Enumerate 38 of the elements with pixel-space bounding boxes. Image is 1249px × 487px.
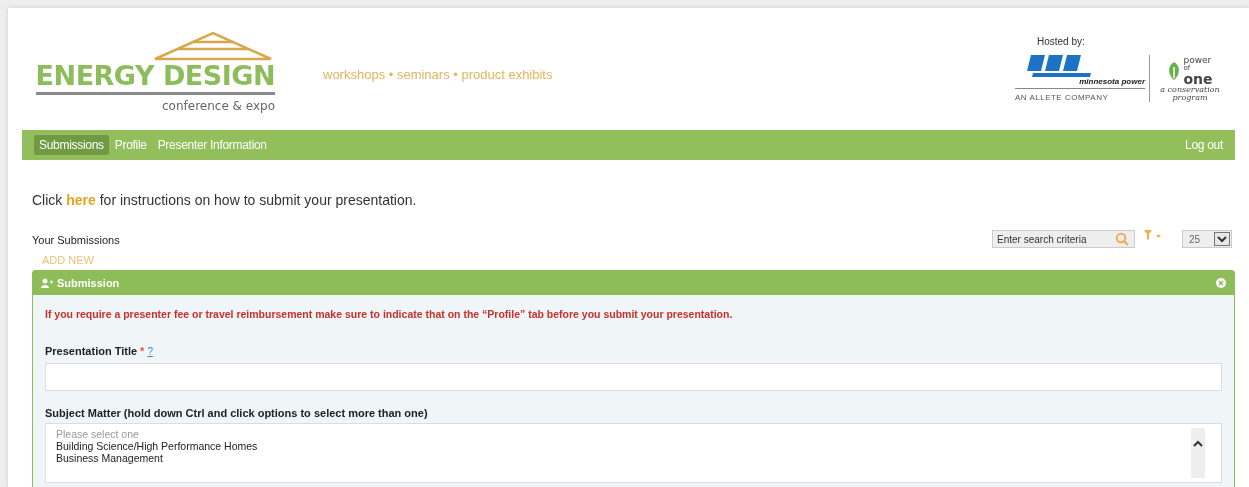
host-logo-name: minnesota power xyxy=(1015,77,1145,89)
instructions-text: Click here for instructions on how to submit your presentation. xyxy=(32,192,418,208)
close-icon[interactable] xyxy=(1216,278,1226,288)
list-option[interactable]: Business Management xyxy=(56,452,1191,464)
panel-title: Submission xyxy=(57,277,121,289)
notice-text: If you require a presenter fee or travel reimbursement make sure to indicate that on the “Profile” tab before you submit your presentation. xyxy=(45,308,734,320)
logout-link[interactable]: Log out xyxy=(1180,135,1228,155)
leaf-icon xyxy=(1167,60,1182,81)
nav-tab[interactable]: Submissions xyxy=(34,135,109,155)
help-link[interactable]: ? xyxy=(147,346,153,357)
roof-icon xyxy=(153,31,273,61)
partner-logo-text: one xyxy=(1183,71,1213,86)
add-user-icon xyxy=(41,278,53,288)
search-field[interactable]: Enter search criteria xyxy=(992,230,1135,248)
search-icon[interactable] xyxy=(1115,232,1129,246)
logo-subtitle: conference & expo xyxy=(162,99,275,113)
page-size-select[interactable]: 25 xyxy=(1182,230,1232,248)
chevron-down-icon xyxy=(1217,235,1227,243)
nav-tab[interactable]: Profile xyxy=(109,135,152,155)
partner-logo-slogan: a conservation program xyxy=(1159,85,1221,102)
multi-select-list[interactable]: Please select one Building Science/High Performance Homes Business Management xyxy=(45,423,1222,483)
field-label: Presentation Title xyxy=(45,345,138,357)
nav-tab[interactable]: Presenter Information xyxy=(152,135,272,155)
logo-title: ENERGY DESIGN xyxy=(35,61,275,95)
scroll-up-icon[interactable] xyxy=(1193,440,1203,447)
section-title: Your Submissions xyxy=(32,234,121,246)
host-logo-company: AN ALLETE COMPANY xyxy=(1015,93,1110,102)
instructions-link[interactable]: here xyxy=(66,192,96,208)
add-new-link[interactable]: ADD NEW xyxy=(42,254,992,266)
required-mark: * xyxy=(140,345,145,357)
tagline: workshops • seminars • product exhibits xyxy=(323,66,554,82)
partner-logo-text: power xyxy=(1183,55,1213,65)
text-field[interactable] xyxy=(45,363,1222,391)
field-label: Subject Matter (hold down Ctrl and click options to select more than one) xyxy=(45,407,428,419)
filter-icon[interactable] xyxy=(1144,230,1162,240)
list-option[interactable]: Building Science/High Performance Homes xyxy=(56,440,1191,452)
list-placeholder: Please select one xyxy=(56,428,140,440)
hosted-by-label: Hosted by: xyxy=(1037,36,1086,47)
